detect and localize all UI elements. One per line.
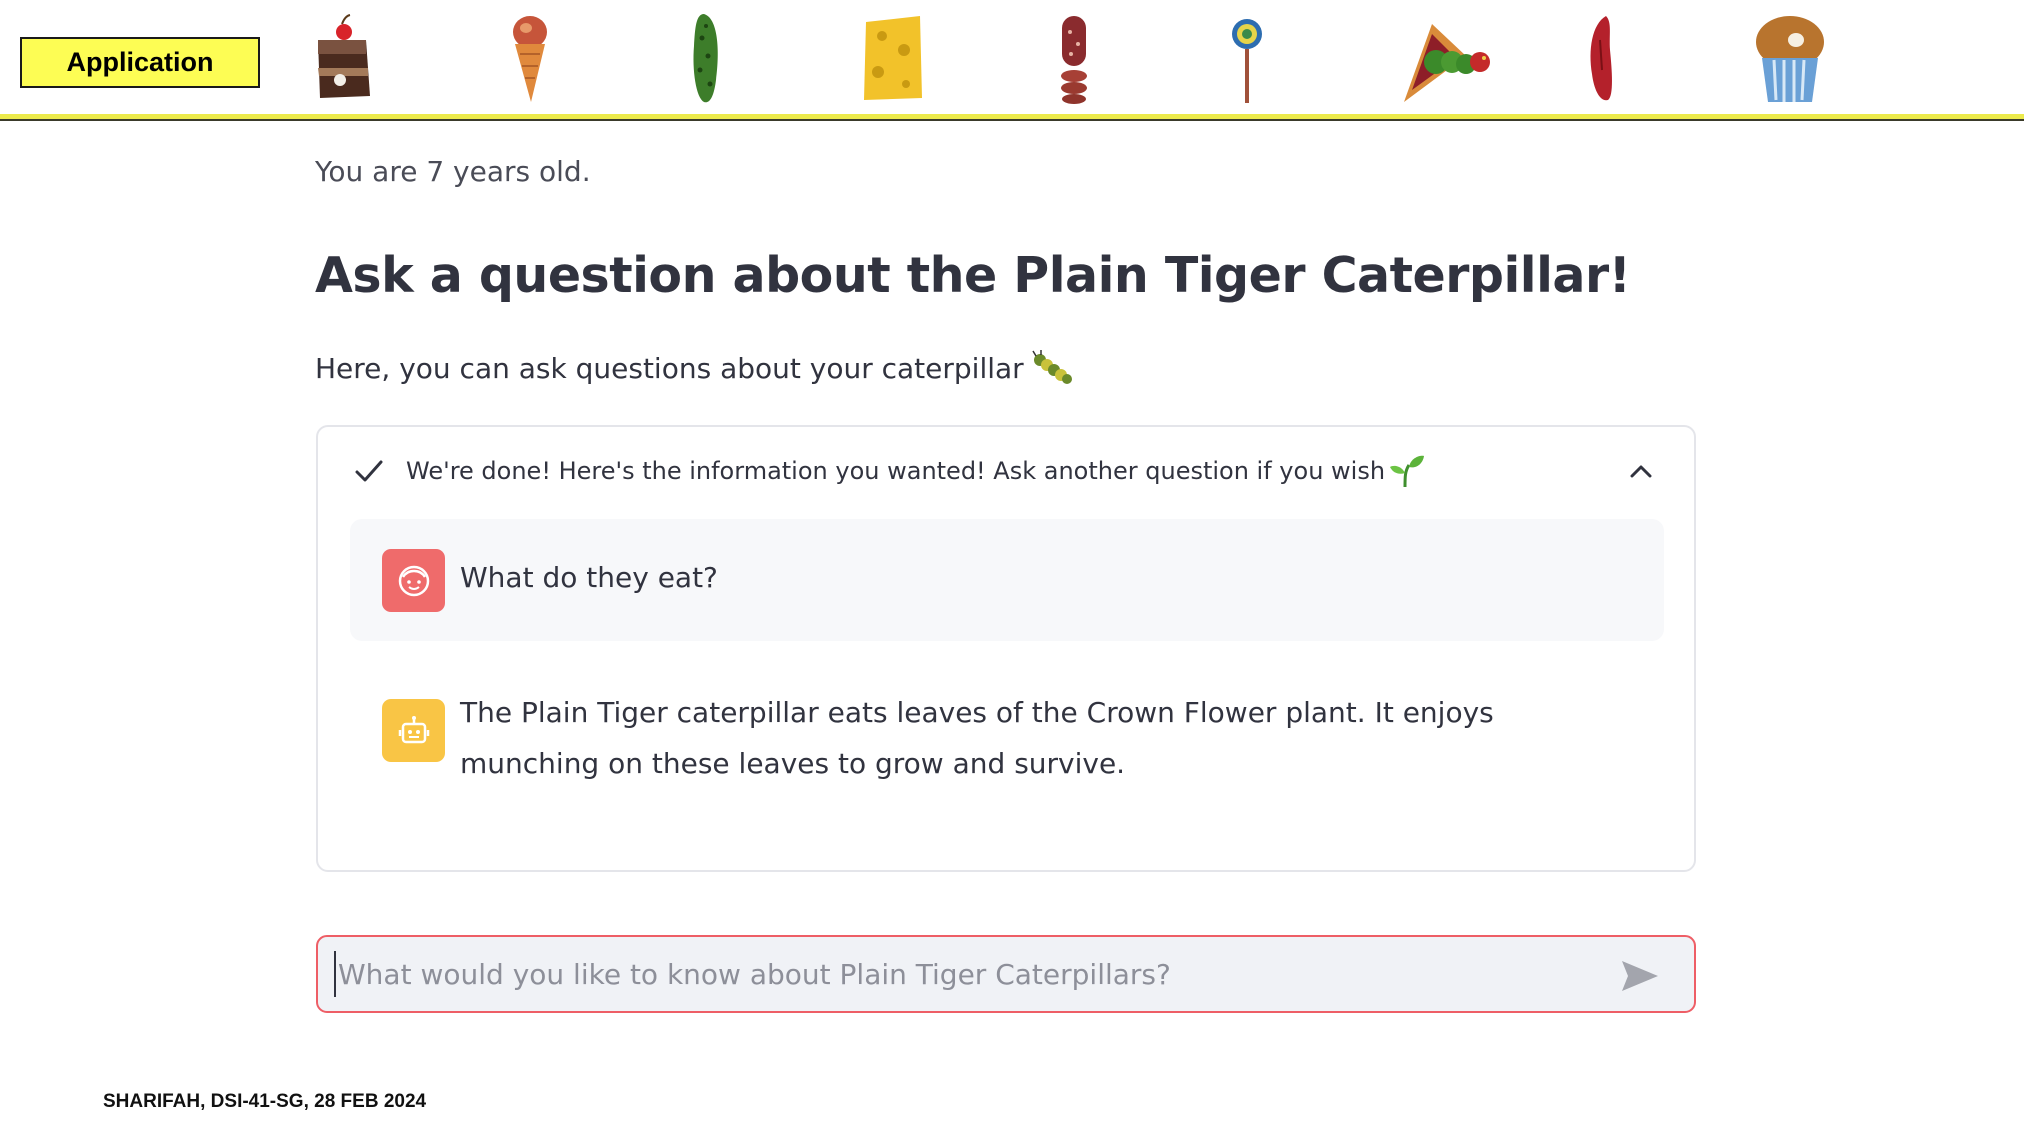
chat-message-user: What do they eat?	[350, 519, 1664, 641]
age-text: You are 7 years old.	[315, 155, 591, 188]
lollipop-icon	[1232, 19, 1262, 103]
check-icon	[355, 460, 383, 482]
send-icon[interactable]	[1620, 959, 1660, 993]
swiss-cheese-icon	[864, 16, 922, 100]
subtitle-text: Here, you can ask questions about your c…	[315, 351, 1024, 385]
cherry-pie-icon	[1404, 24, 1490, 102]
page: Application You are 7 years old. Ask a q…	[0, 0, 2024, 1138]
sausage-icon	[1590, 16, 1612, 101]
expander-header[interactable]: We're done! Here's the information you w…	[354, 453, 1425, 489]
chat-message-assistant: The Plain Tiger caterpillar eats leaves …	[350, 687, 1664, 827]
cupcake-icon	[1756, 16, 1824, 102]
chat-input[interactable]	[334, 951, 1604, 997]
footer-credit: SHARIFAH, DSI-41-SG, 28 FEB 2024	[103, 1091, 427, 1112]
caterpillar-icon	[1032, 350, 1072, 384]
subtitle: Here, you can ask questions about your c…	[315, 350, 1074, 386]
banner-divider-line	[0, 119, 2024, 121]
chevron-up-icon[interactable]	[1628, 461, 1654, 481]
pickle-icon	[693, 14, 718, 103]
seedling-icon	[1390, 455, 1425, 488]
salami-icon	[1061, 16, 1087, 104]
cake-icon	[318, 14, 370, 98]
user-message-text: What do they eat?	[460, 561, 718, 594]
app-label: Application	[20, 37, 260, 88]
header-banner: Application	[0, 0, 2024, 124]
ice-cream-cone-icon	[513, 16, 547, 102]
status-text: We're done! Here's the information you w…	[406, 457, 1386, 485]
page-title: Ask a question about the Plain Tiger Cat…	[315, 247, 1631, 304]
status-expander: We're done! Here's the information you w…	[316, 425, 1696, 872]
chat-input-box	[316, 935, 1696, 1013]
assistant-message-text: The Plain Tiger caterpillar eats leaves …	[460, 696, 1494, 780]
user-avatar-icon	[382, 549, 445, 612]
assistant-avatar-icon	[382, 699, 445, 762]
